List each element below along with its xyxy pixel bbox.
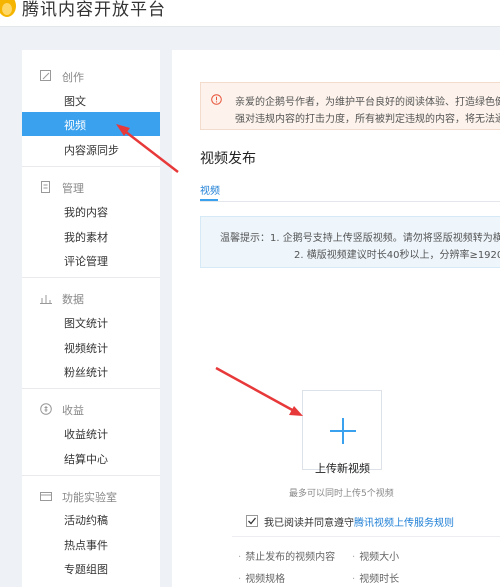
penguin-logo-icon xyxy=(0,0,16,17)
tab-video[interactable]: 视频 xyxy=(200,182,220,197)
tip-text-line2: 2. 横版视频建议时长40秒以上，分辨率≥1920*1080，合理 xyxy=(294,250,500,261)
edit-icon xyxy=(40,70,51,81)
rule-item: · 禁止发布的视频内容 xyxy=(238,552,336,563)
tab-divider xyxy=(200,201,500,202)
sidebar-item-video[interactable]: 视频 xyxy=(22,112,160,136)
bar-chart-icon xyxy=(40,295,52,304)
top-bar: 腾讯内容开放平台 xyxy=(0,0,500,27)
warning-icon xyxy=(211,94,222,105)
sidebar-item-income-stats[interactable]: 收益统计 xyxy=(22,421,160,445)
divider xyxy=(232,536,500,537)
divider xyxy=(22,388,160,389)
divider xyxy=(22,475,160,476)
notice-text-line1: 亲爱的企鹅号作者，为维护平台良好的阅读体验、打造绿色健康的 xyxy=(235,97,500,108)
page-title: 视频发布 xyxy=(200,151,256,167)
sidebar-item-my-content[interactable]: 我的内容 xyxy=(22,199,160,223)
sidebar-item-settlement[interactable]: 结算中心 xyxy=(22,446,160,470)
sidebar-item-fan-stats[interactable]: 粉丝统计 xyxy=(22,359,160,383)
platform-title: 腾讯内容开放平台 xyxy=(22,0,166,20)
upload-video-label: 上传新视频 xyxy=(315,462,370,475)
rule-item: · 视频大小 xyxy=(352,552,400,563)
sidebar-item-article[interactable]: 图文 xyxy=(22,88,160,112)
sidebar-section-data: 数据 xyxy=(22,288,160,310)
notice-banner: 亲爱的企鹅号作者，为维护平台良好的阅读体验、打造绿色健康的 强对违规内容的打击力… xyxy=(200,82,500,130)
upload-limit-hint: 最多可以同时上传5个视频 xyxy=(289,489,394,499)
tip-text-line1: 温馨提示：1. 企鹅号支持上传竖版视频。请勿将竖版视频转为横版上传 xyxy=(220,233,500,244)
lab-icon xyxy=(40,492,52,501)
upload-video-button[interactable] xyxy=(302,390,382,470)
sidebar-section-lab: 功能实验室 xyxy=(22,486,160,508)
agreement-row: 我已阅读并同意遵守腾讯视频上传服务规则 xyxy=(246,514,454,529)
sidebar-item-article-stats[interactable]: 图文统计 xyxy=(22,310,160,334)
sidebar-section-manage: 管理 xyxy=(22,177,160,199)
sidebar: 创作 图文 视频 内容源同步 管理 我的内容 我的素材 评论管理 数据 图文统计… xyxy=(22,50,160,587)
agree-text: 我已阅读并同意遵守 xyxy=(264,518,354,529)
rule-item: · 视频时长 xyxy=(352,574,400,585)
rule-item: · 视频规格 xyxy=(238,574,286,585)
notice-text-line2: 强对违规内容的打击力度，所有被判定违规的内容，将无法通过审 xyxy=(235,114,500,125)
sidebar-item-content-sync[interactable]: 内容源同步 xyxy=(22,137,160,161)
service-rules-link[interactable]: 腾讯视频上传服务规则 xyxy=(354,518,454,529)
coin-icon xyxy=(40,403,52,415)
sidebar-item-video-stats[interactable]: 视频统计 xyxy=(22,335,160,359)
checkmark-icon xyxy=(248,517,257,525)
sidebar-item-comments[interactable]: 评论管理 xyxy=(22,248,160,272)
plus-icon xyxy=(330,418,356,444)
divider xyxy=(22,166,160,167)
sidebar-section-income: 收益 xyxy=(22,399,160,421)
main-panel: 亲爱的企鹅号作者，为维护平台良好的阅读体验、打造绿色健康的 强对违规内容的打击力… xyxy=(172,50,500,587)
divider xyxy=(22,277,160,278)
document-icon xyxy=(41,181,50,193)
sidebar-item-activity[interactable]: 活动约稿 xyxy=(22,507,160,531)
sidebar-section-create: 创作 xyxy=(22,66,160,88)
sidebar-item-my-material[interactable]: 我的素材 xyxy=(22,224,160,248)
sidebar-item-hot-events[interactable]: 热点事件 xyxy=(22,532,160,556)
sidebar-item-topic-gallery[interactable]: 专题组图 xyxy=(22,556,160,580)
agree-checkbox[interactable] xyxy=(246,515,258,527)
tip-banner: 温馨提示：1. 企鹅号支持上传竖版视频。请勿将竖版视频转为横版上传 2. 横版视… xyxy=(200,216,500,268)
